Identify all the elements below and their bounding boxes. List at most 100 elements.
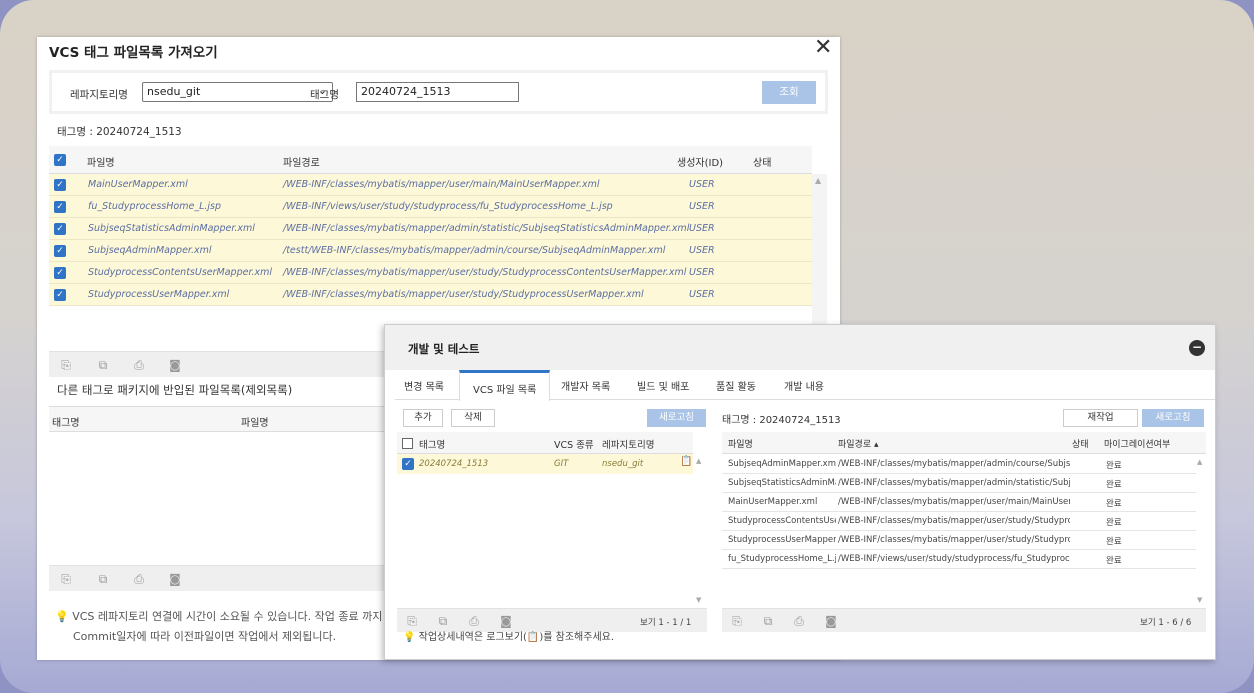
col-vcs-type: VCS 종류: [554, 440, 594, 451]
scroll-down-icon[interactable]: ▼: [696, 596, 701, 604]
row-checkbox[interactable]: ✓: [54, 201, 66, 213]
select-all-checkbox[interactable]: [402, 438, 413, 449]
table-row[interactable]: MainUserMapper.xml /WEB-INF/classes/myba…: [722, 493, 1196, 512]
lightbulb-icon: 💡: [55, 610, 69, 623]
migration-status: 완료: [1106, 480, 1122, 490]
print-icon[interactable]: ⎙: [128, 354, 150, 376]
minimize-icon[interactable]: −: [1189, 340, 1205, 356]
tag-input[interactable]: 20240724_1513: [356, 82, 519, 102]
copy-icon[interactable]: ⧉: [757, 610, 779, 632]
search-bar: 레파지토리명 nsedu_git ⌄ 태그명 20240724_1513 조회: [49, 70, 828, 114]
file-path: /WEB-INF/views/user/study/studyprocess/f…: [283, 201, 613, 212]
col-file-name: 파일명: [728, 440, 753, 450]
scroll-up-icon[interactable]: ▲: [1197, 458, 1202, 466]
note-line-1: VCS 레파지토리 연결에 시간이 소요될 수 있습니다. 작업 종료 까지: [72, 610, 383, 623]
table-row[interactable]: SubjseqAdminMapper.xml /WEB-INF/classes/…: [722, 455, 1196, 474]
file-grid: ✓ 파일명 파일경로 생성자(ID) 상태 ✓ MainUserMapper.x…: [49, 146, 812, 306]
copy-icon[interactable]: ⧉: [92, 354, 114, 376]
table-row[interactable]: ✓ StudyprocessContentsUserMapper.xml /WE…: [49, 262, 812, 284]
export-icon[interactable]: ⎘: [55, 568, 77, 590]
tab-vcs-files[interactable]: VCS 파일 목록: [459, 370, 551, 401]
select-all-checkbox[interactable]: ✓: [54, 154, 66, 166]
tab-dev-content[interactable]: 개발 내용: [784, 378, 824, 393]
col-file-name: 파일명: [87, 158, 115, 169]
table-row[interactable]: ✓ MainUserMapper.xml /WEB-INF/classes/my…: [49, 174, 812, 196]
pager-text: 보기 1 - 1 / 1: [640, 618, 692, 628]
export-icon[interactable]: ⎘: [726, 610, 748, 632]
row-checkbox[interactable]: ✓: [54, 267, 66, 279]
table-row[interactable]: ✓ SubjseqStatisticsAdminMapper.xml /WEB-…: [49, 218, 812, 240]
capture-icon[interactable]: ◙: [820, 610, 842, 632]
search-button[interactable]: 조회: [762, 81, 816, 104]
file-path: /WEB-INF/classes/mybatis/mapper/user/stu…: [283, 267, 687, 278]
row-checkbox[interactable]: ✓: [54, 289, 66, 301]
row-checkbox[interactable]: ✓: [402, 458, 414, 470]
tag-name: 20240724_1513: [419, 459, 489, 469]
print-icon[interactable]: ⎙: [128, 568, 150, 590]
info-note: 💡 VCS 레파지토리 연결에 시간이 소요될 수 있습니다. 작업 종료 까지…: [55, 607, 385, 647]
tag-list-scrollbar[interactable]: ▲ ▼: [695, 454, 705, 608]
migration-status: 완료: [1106, 461, 1122, 471]
table-row[interactable]: ✓ fu_StudyprocessHome_L.jsp /WEB-INF/vie…: [49, 196, 812, 218]
tab-change-list[interactable]: 변경 목록: [404, 378, 444, 393]
file-name: fu_StudyprocessHome_L.jsp: [728, 554, 836, 564]
file-name: StudyprocessUserMapper.xr: [728, 535, 836, 545]
excluded-list-title: 다른 태그로 패키지에 반입된 파일목록(제외목록): [57, 383, 293, 397]
migration-status: 완료: [1106, 537, 1122, 547]
lightbulb-icon: 💡: [403, 632, 416, 643]
close-icon[interactable]: ✕: [814, 37, 832, 59]
tab-quality[interactable]: 품질 활동: [716, 378, 756, 393]
panel-title: 개발 및 테스트: [408, 342, 480, 356]
file-path: /WEB-INF/classes/mybatis/mapper/user/stu…: [838, 516, 1070, 526]
table-row[interactable]: SubjseqStatisticsAdminMap /WEB-INF/class…: [722, 474, 1196, 493]
col-tag-name: 태그명: [52, 418, 80, 429]
tab-developers[interactable]: 개발자 목록: [561, 378, 610, 393]
file-name: StudyprocessUserMapper.xml: [88, 289, 230, 300]
grid2-toolbar: ⎘ ⧉ ⎙ ◙: [49, 565, 394, 591]
pager-text: 보기 1 - 6 / 6: [1140, 618, 1192, 628]
print-icon[interactable]: ⎙: [788, 610, 810, 632]
refresh-button[interactable]: 새로고침: [647, 409, 706, 427]
scroll-up-icon[interactable]: ▲: [696, 457, 701, 465]
col-creator: 생성자(ID): [677, 158, 724, 169]
file-name: StudyprocessContentsUserMapper.xml: [88, 267, 273, 278]
creator: USER: [689, 201, 715, 212]
excluded-grid-header: 태그명 파일명: [49, 406, 394, 432]
row-checkbox[interactable]: ✓: [54, 223, 66, 235]
repo-select[interactable]: nsedu_git ⌄: [142, 82, 333, 102]
capture-icon[interactable]: ◙: [164, 354, 186, 376]
table-row[interactable]: StudyprocessContentsUserM /WEB-INF/class…: [722, 512, 1196, 531]
file-name: SubjseqStatisticsAdminMapper.xml: [88, 223, 255, 234]
capture-icon[interactable]: ◙: [164, 568, 186, 590]
tag-list-panel: 추가 삭제 새로고침 태그명 VCS 종류 레파지토리명 ✓ 20240724_…: [397, 405, 707, 633]
table-row[interactable]: fu_StudyprocessHome_L.jsp /WEB-INF/views…: [722, 550, 1196, 569]
repo-label: 레파지토리명: [70, 89, 128, 101]
table-row[interactable]: ✓ 20240724_1513 GIT nsedu_git 📋: [397, 454, 693, 474]
panel-header: 개발 및 테스트 −: [385, 325, 1215, 370]
table-row[interactable]: StudyprocessUserMapper.xr /WEB-INF/class…: [722, 531, 1196, 550]
col-file-path[interactable]: 파일경로 ▴: [838, 437, 879, 450]
creator: USER: [689, 223, 715, 234]
col-tag-name: 태그명: [419, 440, 446, 451]
file-list-scrollbar[interactable]: ▲ ▼: [1196, 455, 1206, 608]
log-view-icon[interactable]: 📋: [680, 456, 692, 467]
file-path: /WEB-INF/classes/mybatis/mapper/user/stu…: [283, 289, 644, 300]
delete-button[interactable]: 삭제: [451, 409, 495, 427]
row-checkbox[interactable]: ✓: [54, 179, 66, 191]
scroll-down-icon[interactable]: ▼: [1197, 596, 1202, 604]
repo-select-value: nsedu_git: [147, 85, 201, 98]
copy-icon[interactable]: ⧉: [92, 568, 114, 590]
file-name: MainUserMapper.xml: [88, 179, 188, 190]
table-row[interactable]: ✓ StudyprocessUserMapper.xml /WEB-INF/cl…: [49, 284, 812, 306]
file-grid-header: ✓ 파일명 파일경로 생성자(ID) 상태: [49, 146, 812, 174]
migration-status: 완료: [1106, 518, 1122, 528]
row-checkbox[interactable]: ✓: [54, 245, 66, 257]
export-icon[interactable]: ⎘: [55, 354, 77, 376]
add-button[interactable]: 추가: [403, 409, 443, 427]
scroll-up-icon[interactable]: ▲: [815, 176, 821, 185]
grid-scrollbar[interactable]: ▲: [812, 174, 827, 324]
refresh-button[interactable]: 새로고침: [1142, 409, 1204, 427]
tab-build-deploy[interactable]: 빌드 및 배포: [637, 378, 689, 393]
table-row[interactable]: ✓ SubjseqAdminMapper.xml /testt/WEB-INF/…: [49, 240, 812, 262]
rework-button[interactable]: 재작업: [1063, 409, 1138, 427]
